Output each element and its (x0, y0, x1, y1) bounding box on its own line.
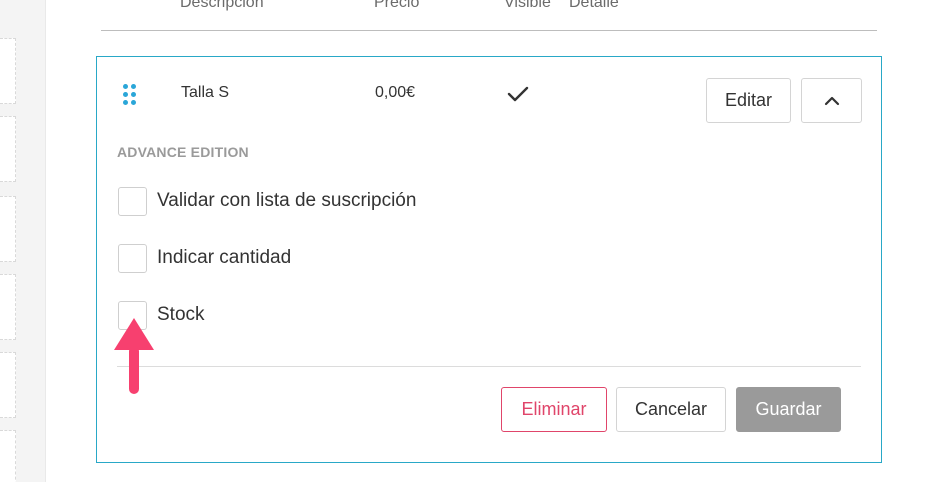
column-header-detail: Detalle (569, 0, 619, 11)
left-panel-edge (0, 0, 46, 482)
left-panel-slot (0, 196, 16, 262)
column-header-description: Descripción (180, 0, 264, 11)
subscription-list-label[interactable]: Validar con lista de suscripción (157, 190, 416, 212)
left-panel-slot (0, 430, 16, 482)
stock-label[interactable]: Stock (157, 304, 205, 326)
save-button[interactable]: Guardar (736, 387, 841, 432)
advance-edition-title: ADVANCE EDITION (117, 144, 249, 160)
annotation-arrow-icon (114, 318, 154, 394)
column-header-price: Precio (374, 0, 420, 11)
drag-handle-icon[interactable] (123, 84, 137, 106)
quantity-label[interactable]: Indicar cantidad (157, 247, 291, 269)
left-panel-slot (0, 38, 16, 104)
left-panel-slot (0, 274, 16, 340)
delete-button[interactable]: Eliminar (501, 387, 607, 432)
column-header-visible: Visible (504, 0, 551, 11)
header-divider (101, 30, 877, 31)
footer-divider (117, 366, 861, 367)
left-panel-slot (0, 352, 16, 418)
item-price: 0,00€ (375, 84, 416, 101)
visible-check-icon (507, 86, 529, 102)
subscription-list-checkbox[interactable] (118, 186, 147, 216)
left-panel-slot (0, 116, 16, 182)
collapse-button[interactable] (801, 78, 862, 123)
cancel-button[interactable]: Cancelar (616, 387, 726, 432)
chevron-up-icon (824, 96, 839, 105)
option-quantity[interactable]: Indicar cantidad (118, 243, 291, 273)
edit-button[interactable]: Editar (706, 78, 791, 123)
item-edit-card: Talla S 0,00€ Editar ADVANCE EDITION Val… (96, 56, 882, 463)
item-description: Talla S (181, 84, 230, 101)
quantity-checkbox[interactable] (118, 243, 147, 273)
option-subscription-list[interactable]: Validar con lista de suscripción (118, 186, 416, 216)
